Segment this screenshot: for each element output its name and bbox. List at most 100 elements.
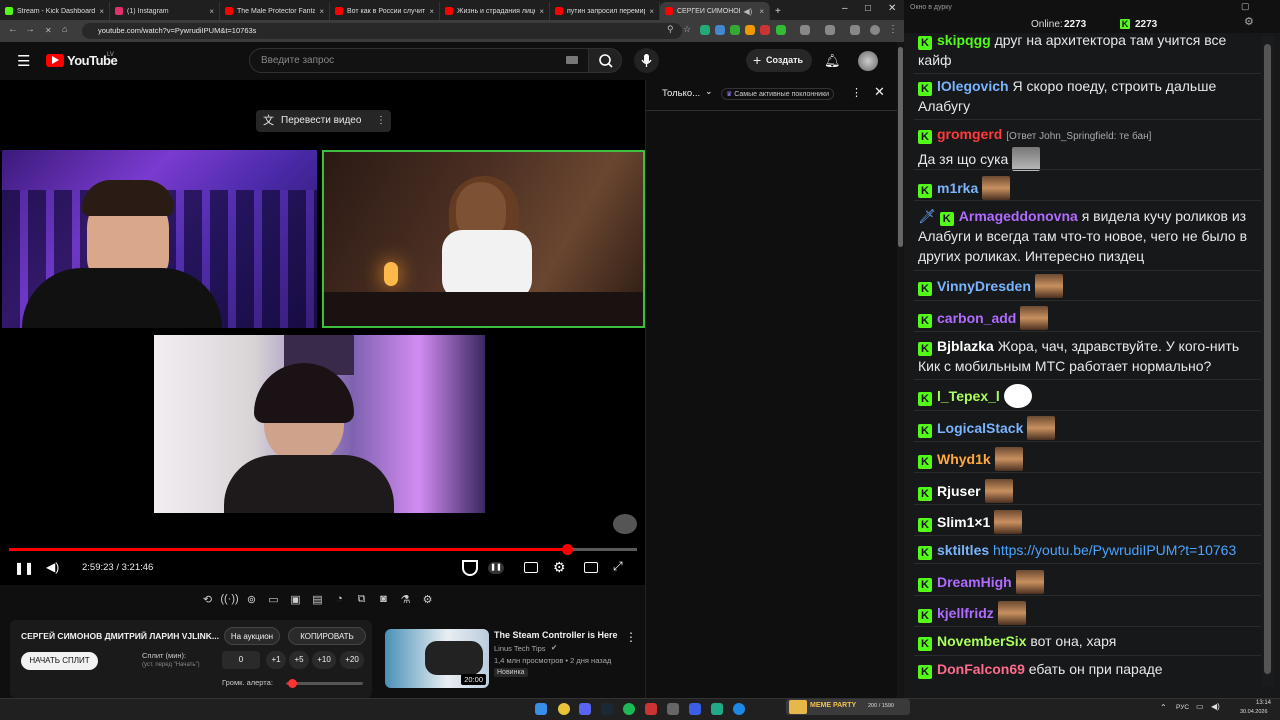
clock-date[interactable]: 30.04.2026 bbox=[1240, 709, 1268, 715]
language-indicator[interactable]: РУС bbox=[1176, 704, 1189, 711]
gauge-icon[interactable]: ◔ bbox=[330, 593, 349, 609]
autoplay-toggle[interactable]: ❚❚ bbox=[488, 562, 504, 574]
clip-icon[interactable]: ▭ bbox=[264, 593, 283, 609]
url-field[interactable]: youtube.com/watch?v=PywrudiIPUM&t=10763s bbox=[82, 23, 682, 39]
video-thumbnail[interactable]: 20:00 bbox=[385, 629, 489, 688]
close-icon[interactable]: × bbox=[649, 7, 654, 16]
translate-video-button[interactable]: 文 Перевести видео ⋮ bbox=[256, 110, 391, 132]
tray-chevron-icon[interactable]: ⌃ bbox=[1160, 703, 1167, 712]
bookmark-star-icon[interactable]: ☆ bbox=[683, 24, 691, 35]
app-icon[interactable] bbox=[711, 703, 723, 715]
pause-icon[interactable]: ❚❚ bbox=[14, 561, 34, 575]
top-fans-chip[interactable]: ♛ Самые активные поклонники bbox=[721, 88, 835, 100]
more-options-icon[interactable]: ⋮ bbox=[376, 110, 386, 132]
audio-icon[interactable]: ((·)) bbox=[220, 593, 239, 609]
home-icon[interactable]: ⌂ bbox=[62, 24, 67, 34]
extension-icon[interactable] bbox=[776, 25, 786, 35]
back-icon[interactable]: ← bbox=[8, 24, 18, 35]
tab-youtube-3[interactable]: Жизнь и страдания лицемер× bbox=[440, 2, 550, 20]
video-progress-bar[interactable] bbox=[9, 544, 637, 555]
copy-button[interactable]: КОПИРОВАТЬ bbox=[288, 627, 366, 645]
fullscreen-icon[interactable]: ⤢ bbox=[613, 559, 623, 574]
tab-youtube-1[interactable]: The Male Protector Fantasy × bbox=[220, 2, 330, 20]
close-icon[interactable]: × bbox=[99, 7, 104, 16]
settings-gear-icon[interactable]: ⚙ bbox=[553, 559, 566, 576]
tab-youtube-2[interactable]: Вот как в России случится × bbox=[330, 2, 440, 20]
extension-icon[interactable] bbox=[730, 25, 740, 35]
alert-volume-slider[interactable] bbox=[286, 682, 363, 685]
maximize-icon[interactable]: □ bbox=[865, 3, 871, 14]
page-scrollbar[interactable] bbox=[897, 42, 904, 698]
start-split-button[interactable]: НАЧАТЬ СПЛИТ bbox=[21, 652, 98, 670]
recommended-video[interactable]: 20:00 The Steam Controller is Here Linus… bbox=[383, 627, 653, 692]
tab-instagram[interactable]: (1) Instagram × bbox=[110, 2, 220, 20]
keyboard-icon[interactable] bbox=[566, 56, 578, 64]
extension-icon[interactable] bbox=[700, 25, 710, 35]
clock-time[interactable]: 13:14 bbox=[1243, 700, 1271, 706]
loop-icon[interactable]: ⟲ bbox=[198, 593, 217, 609]
scrollbar-thumb[interactable] bbox=[898, 47, 903, 247]
gear-icon[interactable]: ⚙ bbox=[418, 593, 437, 609]
search-button[interactable] bbox=[588, 48, 622, 73]
more-options-icon[interactable]: ⋮ bbox=[625, 630, 637, 644]
sponsorblock-icon[interactable] bbox=[462, 560, 478, 576]
network-icon[interactable]: ▭ bbox=[1196, 702, 1204, 711]
more-options-icon[interactable]: ⋮ bbox=[851, 86, 862, 99]
split-plus-20-button[interactable]: +20 bbox=[340, 651, 364, 669]
split-plus-10-button[interactable]: +10 bbox=[312, 651, 336, 669]
create-button[interactable]: + Создать bbox=[746, 49, 812, 72]
theater-mode-icon[interactable] bbox=[584, 562, 598, 573]
meme-party-overlay[interactable]: MEME PARTY 200 / 1590 bbox=[786, 699, 910, 715]
close-icon[interactable]: × bbox=[209, 7, 214, 16]
screenshot-icon[interactable]: ◙ bbox=[374, 593, 393, 609]
subtitles-icon[interactable] bbox=[524, 562, 538, 573]
discord-icon[interactable] bbox=[579, 703, 591, 715]
crop-icon[interactable]: ▣ bbox=[286, 593, 305, 609]
notifications-bell-icon[interactable]: 🔔︎ bbox=[824, 53, 841, 69]
split-input[interactable]: 0 bbox=[222, 651, 260, 669]
close-icon[interactable]: × bbox=[759, 7, 764, 16]
close-icon[interactable]: × bbox=[539, 7, 544, 16]
loading-icon[interactable]: ✕ bbox=[45, 26, 52, 35]
tab-kick-dashboard[interactable]: Stream - Kick Dashboard × bbox=[0, 2, 110, 20]
channel-name[interactable]: Linus Tech Tips bbox=[494, 644, 546, 653]
menu-dots-icon[interactable]: ⋮ bbox=[888, 24, 898, 35]
spotify-icon[interactable] bbox=[623, 703, 635, 715]
split-plus-5-button[interactable]: +5 bbox=[289, 651, 309, 669]
extension-icon[interactable] bbox=[760, 25, 770, 35]
avatar[interactable] bbox=[858, 51, 878, 71]
video-title[interactable]: The Steam Controller is Here bbox=[494, 630, 618, 640]
profile-icon[interactable] bbox=[870, 25, 880, 35]
extensions-puzzle-icon[interactable] bbox=[800, 25, 810, 35]
app-icon[interactable] bbox=[667, 703, 679, 715]
split-plus-1-button[interactable]: +1 bbox=[266, 651, 286, 669]
steam-icon[interactable] bbox=[601, 703, 613, 715]
split-view-icon[interactable] bbox=[850, 25, 860, 35]
window-minimize-icon[interactable]: ▢ bbox=[1241, 1, 1250, 12]
tab-youtube-4[interactable]: путин запросил перемирие× bbox=[550, 2, 660, 20]
speaker-icon[interactable]: ◀) bbox=[744, 7, 753, 16]
speed-icon[interactable]: ⊚ bbox=[242, 593, 261, 609]
close-chat-icon[interactable]: ✕ bbox=[874, 84, 885, 100]
pip-icon[interactable]: ⧉ bbox=[352, 593, 371, 609]
frame-icon[interactable]: ▤ bbox=[308, 593, 327, 609]
new-tab-button[interactable]: + bbox=[770, 2, 790, 20]
download-icon[interactable] bbox=[825, 25, 835, 35]
close-window-icon[interactable]: ✕ bbox=[888, 3, 896, 14]
app-icon[interactable] bbox=[645, 703, 657, 715]
volume-icon[interactable]: ◀) bbox=[46, 560, 59, 574]
zoom-icon[interactable]: ⚲ bbox=[667, 24, 674, 35]
hamburger-menu-icon[interactable]: ☰ bbox=[17, 52, 30, 70]
close-icon[interactable]: × bbox=[429, 7, 434, 16]
windows-start-icon[interactable] bbox=[535, 703, 547, 715]
forward-icon[interactable]: → bbox=[25, 24, 35, 35]
flask-icon[interactable]: ⚗ bbox=[396, 593, 415, 609]
telegram-icon[interactable] bbox=[733, 703, 745, 715]
extension-icon[interactable] bbox=[745, 25, 755, 35]
tab-youtube-active[interactable]: СЕРГЕЙ СИМОНОВ ДМ◀)× bbox=[660, 2, 770, 20]
minimize-icon[interactable]: – bbox=[842, 3, 848, 14]
chat-filter-dropdown[interactable]: Только... bbox=[662, 88, 700, 99]
chrome-icon[interactable] bbox=[558, 703, 570, 715]
search-input[interactable]: Введите запрос bbox=[249, 48, 589, 73]
settings-gear-icon[interactable]: ⚙ bbox=[1244, 15, 1254, 28]
